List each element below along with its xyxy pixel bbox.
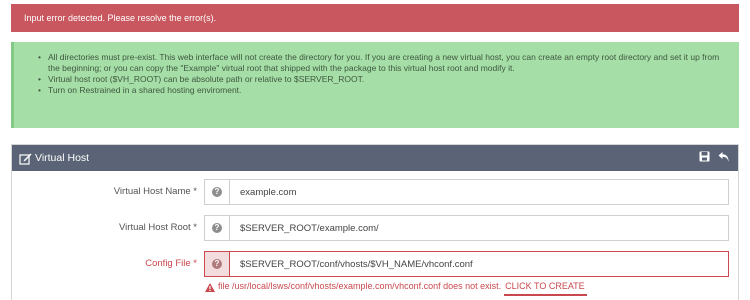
info-list: All directories must pre-exist. This web… [38,52,727,96]
panel-header: Virtual Host [12,145,738,171]
vhost-root-input[interactable] [229,215,729,241]
help-icon: ? [212,223,222,233]
info-box: All directories must pre-exist. This web… [11,42,739,128]
back-button[interactable] [717,151,731,165]
click-to-create-link[interactable]: CLICK TO CREATE [504,279,587,296]
help-icon: ? [212,187,222,197]
info-item: All directories must pre-exist. This web… [38,52,727,74]
vhost-name-help-button[interactable]: ? [204,179,230,205]
config-file-input[interactable] [229,251,729,277]
vhost-name-input[interactable] [229,179,729,205]
vhost-name-label: Virtual Host Name * [113,186,197,197]
config-file-row: Config File * ? [12,251,738,277]
back-icon [718,151,730,166]
info-item: Turn on Restrained in a shared hosting e… [38,85,727,96]
panel-actions [691,151,738,165]
config-file-label: Config File * [145,258,197,269]
info-item: Virtual host root ($VH_ROOT) can be abso… [38,74,727,85]
virtual-host-panel: Virtual Host Virtual Host Name * ? examp… [11,144,739,300]
vhost-root-row: Virtual Host Root * ? [12,215,738,241]
panel-title: Virtual Host [35,152,90,164]
warning-icon [205,282,215,292]
help-icon: ? [212,259,222,269]
edit-icon [19,152,32,165]
vhost-root-label: Virtual Host Root * [119,222,197,233]
save-button[interactable] [697,151,711,165]
config-file-error: file /usr/local/lsws/conf/vhosts/example… [205,279,587,296]
vhost-name-row: Virtual Host Name * ? [12,179,738,205]
error-alert-text: Input error detected. Please resolve the… [24,13,217,23]
config-file-error-text: file /usr/local/lsws/conf/vhosts/example… [218,281,502,291]
vhost-root-help-button[interactable]: ? [204,215,230,241]
error-alert: Input error detected. Please resolve the… [11,4,739,32]
config-file-help-button[interactable]: ? [204,251,230,277]
save-icon [699,151,710,165]
